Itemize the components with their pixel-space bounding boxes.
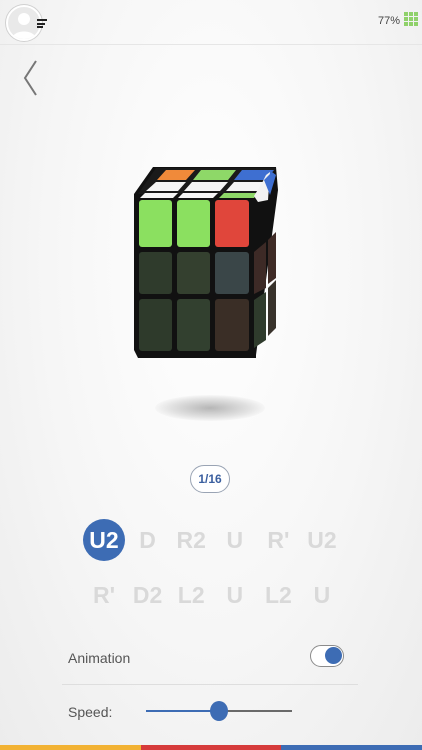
- move-item[interactable]: U: [214, 574, 256, 616]
- battery-percentage: 77%: [377, 15, 400, 27]
- move-item[interactable]: U: [301, 574, 343, 616]
- animation-label: Animation: [68, 650, 131, 666]
- user-silhouette-icon: [12, 13, 36, 39]
- speed-slider[interactable]: [146, 701, 292, 721]
- color-bar-blue: [281, 745, 422, 750]
- battery-grid-icon: [404, 12, 418, 26]
- move-item[interactable]: R': [257, 519, 299, 561]
- cube-illustration: [134, 167, 278, 358]
- color-bar-yellow: [0, 745, 141, 750]
- menu-lines-icon[interactable]: [37, 19, 47, 28]
- chevron-left-icon[interactable]: [22, 59, 38, 97]
- move-item[interactable]: U: [214, 519, 256, 561]
- bottom-color-bar: [0, 745, 422, 750]
- move-item[interactable]: U2: [83, 519, 125, 561]
- move-item[interactable]: L2: [170, 574, 212, 616]
- move-item[interactable]: R2: [170, 519, 212, 561]
- moves-row-1: U2 D R2 U R' U2: [83, 519, 343, 561]
- speed-slider-fill: [146, 710, 219, 712]
- move-item[interactable]: D2: [127, 574, 169, 616]
- color-bar-red: [140, 745, 282, 750]
- move-item[interactable]: R': [83, 574, 125, 616]
- animation-toggle[interactable]: [310, 645, 344, 667]
- move-item[interactable]: D: [127, 519, 169, 561]
- move-item[interactable]: U2: [301, 519, 343, 561]
- speed-label: Speed:: [68, 704, 113, 720]
- toggle-knob: [325, 647, 342, 664]
- cube-shadow: [155, 395, 265, 421]
- cube-3d-view[interactable]: [0, 150, 422, 370]
- moves-row-2: R' D2 L2 U L2 U: [83, 574, 343, 616]
- move-item[interactable]: L2: [257, 574, 299, 616]
- speed-slider-thumb[interactable]: [210, 701, 228, 721]
- divider: [62, 684, 358, 685]
- step-counter: 1/16: [190, 465, 230, 493]
- top-bar: 77%: [0, 0, 422, 45]
